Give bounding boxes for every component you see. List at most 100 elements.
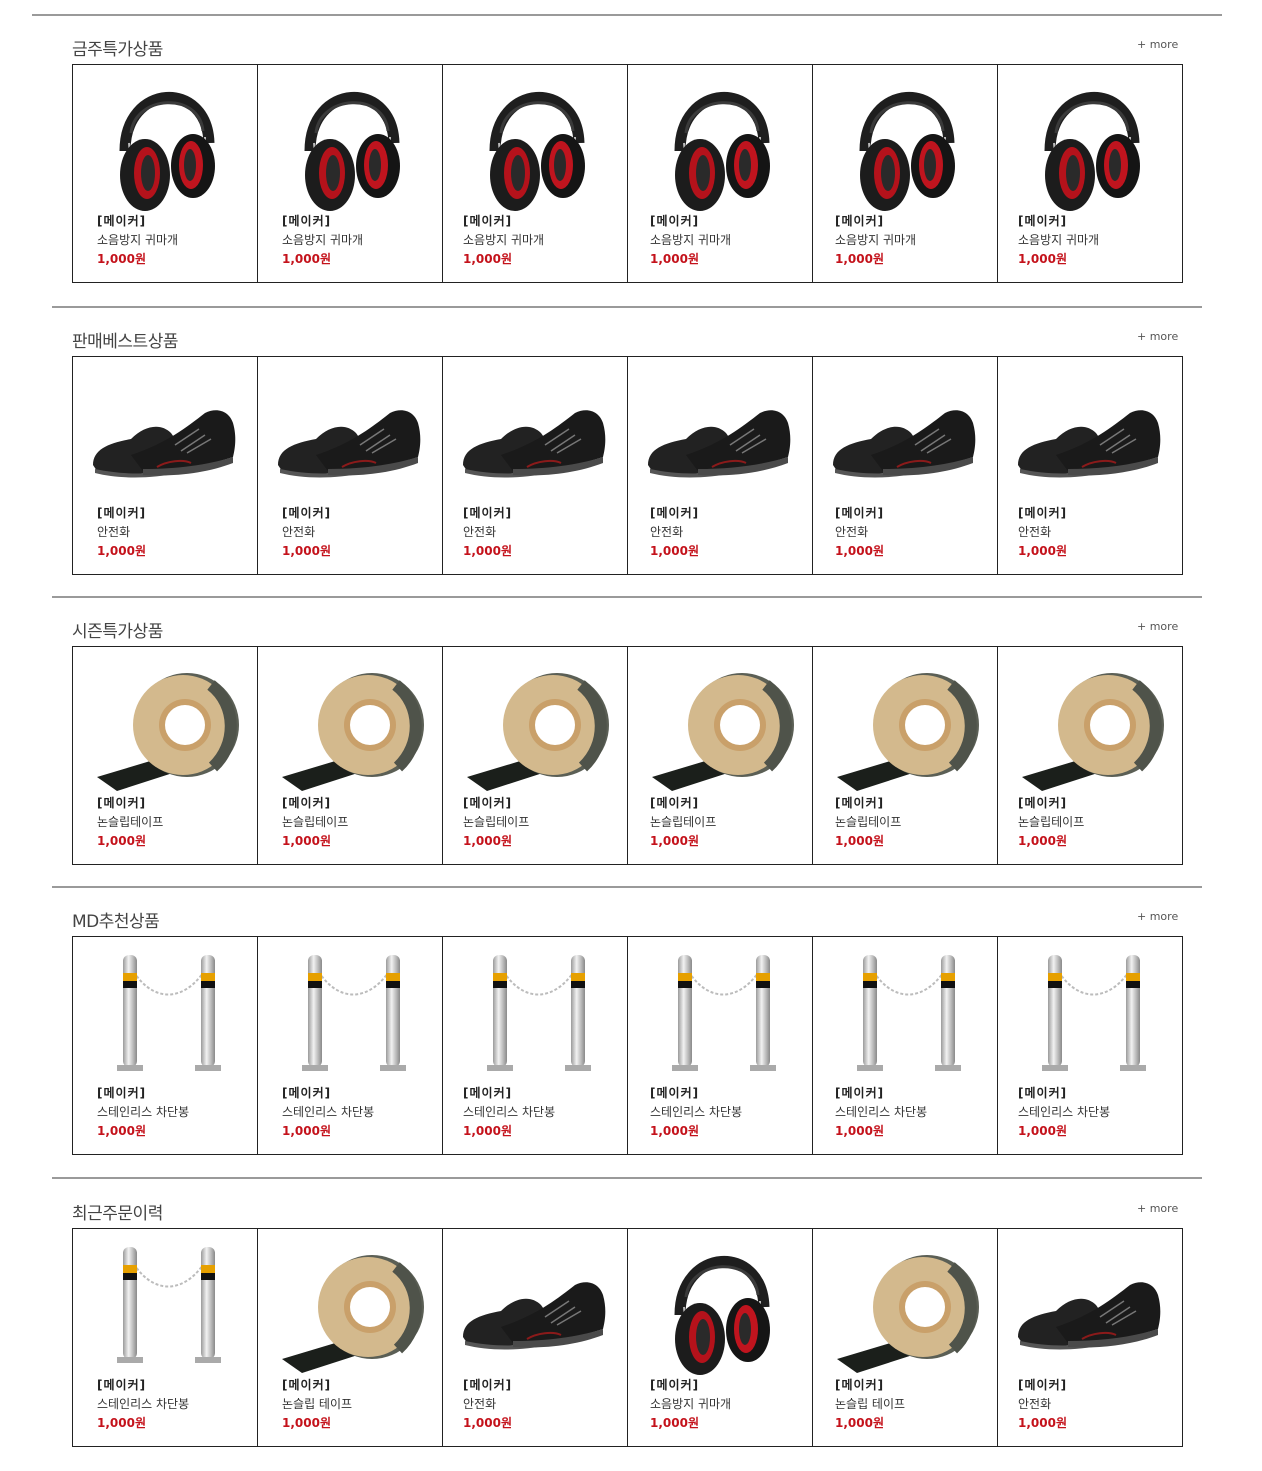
bollard-product-image[interactable]: [87, 945, 242, 1085]
product-card[interactable]: [메이커] 소음방지 귀마개 1,000원: [628, 1229, 813, 1446]
product-card[interactable]: [메이커] 안전화 1,000원: [73, 357, 258, 574]
product-card[interactable]: [메이커] 스테인리스 차단봉 1,000원: [73, 937, 258, 1154]
earmuff-product-image[interactable]: [272, 73, 427, 213]
bollard-product-image[interactable]: [1012, 945, 1167, 1085]
product-name[interactable]: 소음방지 귀마개: [282, 231, 363, 250]
product-card[interactable]: [메이커] 논슬립 테이프 1,000원: [813, 1229, 998, 1446]
product-card[interactable]: [메이커] 안전화 1,000원: [258, 357, 443, 574]
product-card[interactable]: [메이커] 논슬립 테이프 1,000원: [258, 1229, 443, 1446]
product-name[interactable]: 안전화: [835, 523, 884, 542]
product-card[interactable]: [메이커] 안전화 1,000원: [443, 357, 628, 574]
shoe-product-image[interactable]: [457, 365, 612, 505]
product-card[interactable]: [메이커] 논슬립테이프 1,000원: [258, 647, 443, 864]
product-card[interactable]: [메이커] 논슬립테이프 1,000원: [998, 647, 1182, 864]
product-name[interactable]: 안전화: [282, 523, 331, 542]
product-card[interactable]: [메이커] 소음방지 귀마개 1,000원: [998, 65, 1182, 282]
tape-product-image[interactable]: [827, 655, 982, 795]
product-name[interactable]: 안전화: [97, 523, 146, 542]
bollard-product-image[interactable]: [827, 945, 982, 1085]
product-name[interactable]: 스테인리스 차단봉: [463, 1103, 555, 1122]
tape-product-image[interactable]: [272, 655, 427, 795]
earmuff-product-image[interactable]: [457, 73, 612, 213]
product-name[interactable]: 소음방지 귀마개: [97, 231, 178, 250]
tape-product-image[interactable]: [457, 655, 612, 795]
product-name[interactable]: 논슬립테이프: [282, 813, 348, 832]
product-card[interactable]: [메이커] 스테인리스 차단봉 1,000원: [813, 937, 998, 1154]
product-info: [메이커] 스테인리스 차단봉 1,000원: [97, 1376, 189, 1433]
product-card[interactable]: [메이커] 논슬립테이프 1,000원: [443, 647, 628, 864]
product-name[interactable]: 스테인리스 차단봉: [282, 1103, 374, 1122]
shoe-product-image[interactable]: [457, 1237, 612, 1377]
product-price: 1,000원: [835, 544, 884, 558]
product-name[interactable]: 안전화: [1018, 523, 1067, 542]
tape-product-image[interactable]: [87, 655, 242, 795]
product-card[interactable]: [메이커] 스테인리스 차단봉 1,000원: [998, 937, 1182, 1154]
shoe-product-image[interactable]: [1012, 365, 1167, 505]
product-card[interactable]: [메이커] 스테인리스 차단봉 1,000원: [73, 1229, 258, 1446]
earmuff-product-image[interactable]: [87, 73, 242, 213]
product-name[interactable]: 스테인리스 차단봉: [97, 1103, 189, 1122]
product-name[interactable]: 소음방지 귀마개: [835, 231, 916, 250]
product-card[interactable]: [메이커] 논슬립테이프 1,000원: [73, 647, 258, 864]
product-card[interactable]: [메이커] 소음방지 귀마개 1,000원: [628, 65, 813, 282]
product-name[interactable]: 논슬립테이프: [650, 813, 716, 832]
product-card[interactable]: [메이커] 스테인리스 차단봉 1,000원: [443, 937, 628, 1154]
product-name[interactable]: 논슬립테이프: [463, 813, 529, 832]
bollard-product-image[interactable]: [457, 945, 612, 1085]
product-name[interactable]: 안전화: [463, 523, 512, 542]
bollard-product-image[interactable]: [272, 945, 427, 1085]
product-card[interactable]: [메이커] 안전화 1,000원: [998, 1229, 1182, 1446]
product-card[interactable]: [메이커] 소음방지 귀마개 1,000원: [813, 65, 998, 282]
product-card[interactable]: [메이커] 스테인리스 차단봉 1,000원: [258, 937, 443, 1154]
product-card[interactable]: [메이커] 안전화 1,000원: [443, 1229, 628, 1446]
product-name[interactable]: 안전화: [1018, 1395, 1067, 1414]
bollard-product-image[interactable]: [642, 945, 797, 1085]
product-name[interactable]: 논슬립테이프: [97, 813, 163, 832]
product-name[interactable]: 논슬립테이프: [835, 813, 901, 832]
product-price: 1,000원: [97, 252, 146, 266]
product-card[interactable]: [메이커] 안전화 1,000원: [998, 357, 1182, 574]
earmuff-product-image[interactable]: [642, 73, 797, 213]
more-link[interactable]: + more: [1137, 620, 1178, 633]
earmuff-product-image[interactable]: [1012, 73, 1167, 213]
product-price: 1,000원: [463, 1416, 512, 1430]
product-name[interactable]: 스테인리스 차단봉: [97, 1395, 189, 1414]
more-link[interactable]: + more: [1137, 38, 1178, 51]
product-card[interactable]: [메이커] 논슬립테이프 1,000원: [813, 647, 998, 864]
product-name[interactable]: 소음방지 귀마개: [650, 1395, 731, 1414]
product-name[interactable]: 안전화: [463, 1395, 512, 1414]
product-name[interactable]: 스테인리스 차단봉: [835, 1103, 927, 1122]
tape-product-image[interactable]: [827, 1237, 982, 1377]
product-name[interactable]: 소음방지 귀마개: [650, 231, 731, 250]
shoe-product-image[interactable]: [272, 365, 427, 505]
product-name[interactable]: 스테인리스 차단봉: [1018, 1103, 1110, 1122]
product-name[interactable]: 소음방지 귀마개: [1018, 231, 1099, 250]
product-card[interactable]: [메이커] 소음방지 귀마개 1,000원: [443, 65, 628, 282]
product-card[interactable]: [메이커] 소음방지 귀마개 1,000원: [73, 65, 258, 282]
shoe-product-image[interactable]: [87, 365, 242, 505]
product-card[interactable]: [메이커] 스테인리스 차단봉 1,000원: [628, 937, 813, 1154]
product-name[interactable]: 논슬립 테이프: [835, 1395, 905, 1414]
more-link[interactable]: + more: [1137, 330, 1178, 343]
product-name[interactable]: 논슬립 테이프: [282, 1395, 352, 1414]
shoe-product-image[interactable]: [1012, 1237, 1167, 1377]
product-name[interactable]: 소음방지 귀마개: [463, 231, 544, 250]
product-name[interactable]: 스테인리스 차단봉: [650, 1103, 742, 1122]
tape-product-image[interactable]: [642, 655, 797, 795]
shoe-product-image[interactable]: [827, 365, 982, 505]
bollard-product-image[interactable]: [87, 1237, 242, 1377]
product-card[interactable]: [메이커] 안전화 1,000원: [628, 357, 813, 574]
product-name[interactable]: 안전화: [650, 523, 699, 542]
product-maker: [메이커]: [1018, 1086, 1068, 1100]
product-card[interactable]: [메이커] 안전화 1,000원: [813, 357, 998, 574]
earmuff-product-image[interactable]: [642, 1237, 797, 1377]
product-card[interactable]: [메이커] 논슬립테이프 1,000원: [628, 647, 813, 864]
tape-product-image[interactable]: [272, 1237, 427, 1377]
more-link[interactable]: + more: [1137, 910, 1178, 923]
more-link[interactable]: + more: [1137, 1202, 1178, 1215]
shoe-product-image[interactable]: [642, 365, 797, 505]
earmuff-product-image[interactable]: [827, 73, 982, 213]
tape-product-image[interactable]: [1012, 655, 1167, 795]
product-card[interactable]: [메이커] 소음방지 귀마개 1,000원: [258, 65, 443, 282]
product-name[interactable]: 논슬립테이프: [1018, 813, 1084, 832]
